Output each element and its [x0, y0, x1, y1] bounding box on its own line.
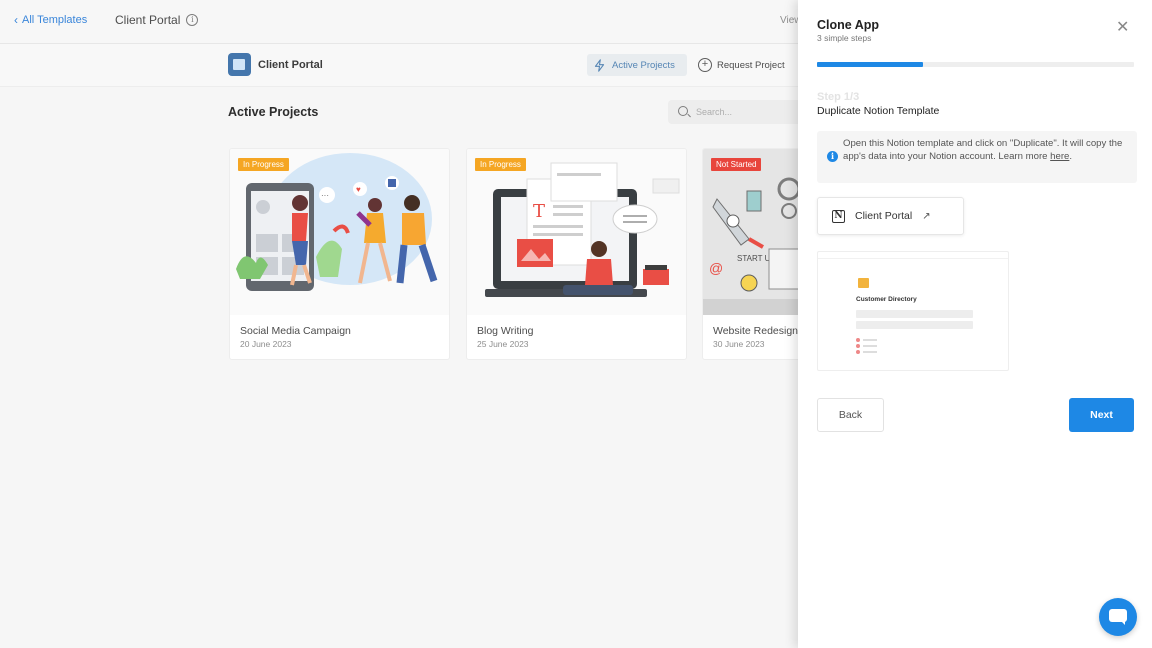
preview-row: [856, 310, 973, 318]
preview-toolbar: [818, 252, 1008, 259]
info-icon: i: [827, 151, 838, 162]
preview-line: [863, 339, 877, 341]
panel-title: Clone App: [817, 18, 880, 32]
learn-more-link[interactable]: here: [1050, 151, 1069, 162]
template-preview-image: Customer Directory: [817, 251, 1009, 371]
folder-icon: [858, 278, 869, 288]
next-button[interactable]: Next: [1069, 398, 1134, 432]
clone-app-panel: Clone App 3 simple steps ✕ Step 1/3 Dupl…: [798, 0, 1152, 648]
info-text: Open this Notion template and click on "…: [843, 138, 1133, 163]
step-title: Duplicate Notion Template: [817, 105, 940, 117]
step-progress-bar: [817, 62, 1134, 67]
panel-subtitle: 3 simple steps: [817, 33, 872, 43]
info-text-body: Open this Notion template and click on "…: [843, 138, 1123, 162]
status-badge: In Progress: [238, 158, 289, 171]
preview-bullet: [856, 344, 860, 348]
backdrop[interactable]: [0, 0, 798, 648]
preview-bullet: [856, 338, 860, 342]
preview-title: Customer Directory: [856, 296, 917, 303]
step-progress-fill: [817, 62, 923, 67]
preview-bullet: [856, 350, 860, 354]
preview-line: [863, 351, 877, 353]
external-link-icon: ↗: [922, 210, 931, 222]
open-notion-template-button[interactable]: N Client Portal ↗: [817, 197, 964, 235]
preview-line: [863, 345, 877, 347]
info-callout: i Open this Notion template and click on…: [817, 131, 1137, 183]
step-label: Step 1/3: [817, 91, 860, 103]
notion-button-label: Client Portal: [855, 210, 913, 222]
status-badge: In Progress: [475, 158, 526, 171]
chat-support-button[interactable]: [1099, 598, 1137, 636]
notion-icon: N: [832, 209, 845, 223]
preview-row: [856, 321, 973, 329]
status-badge: Not Started: [711, 158, 762, 171]
close-icon[interactable]: ✕: [1116, 20, 1129, 36]
info-text-end: .: [1069, 150, 1073, 162]
back-button[interactable]: Back: [817, 398, 884, 432]
